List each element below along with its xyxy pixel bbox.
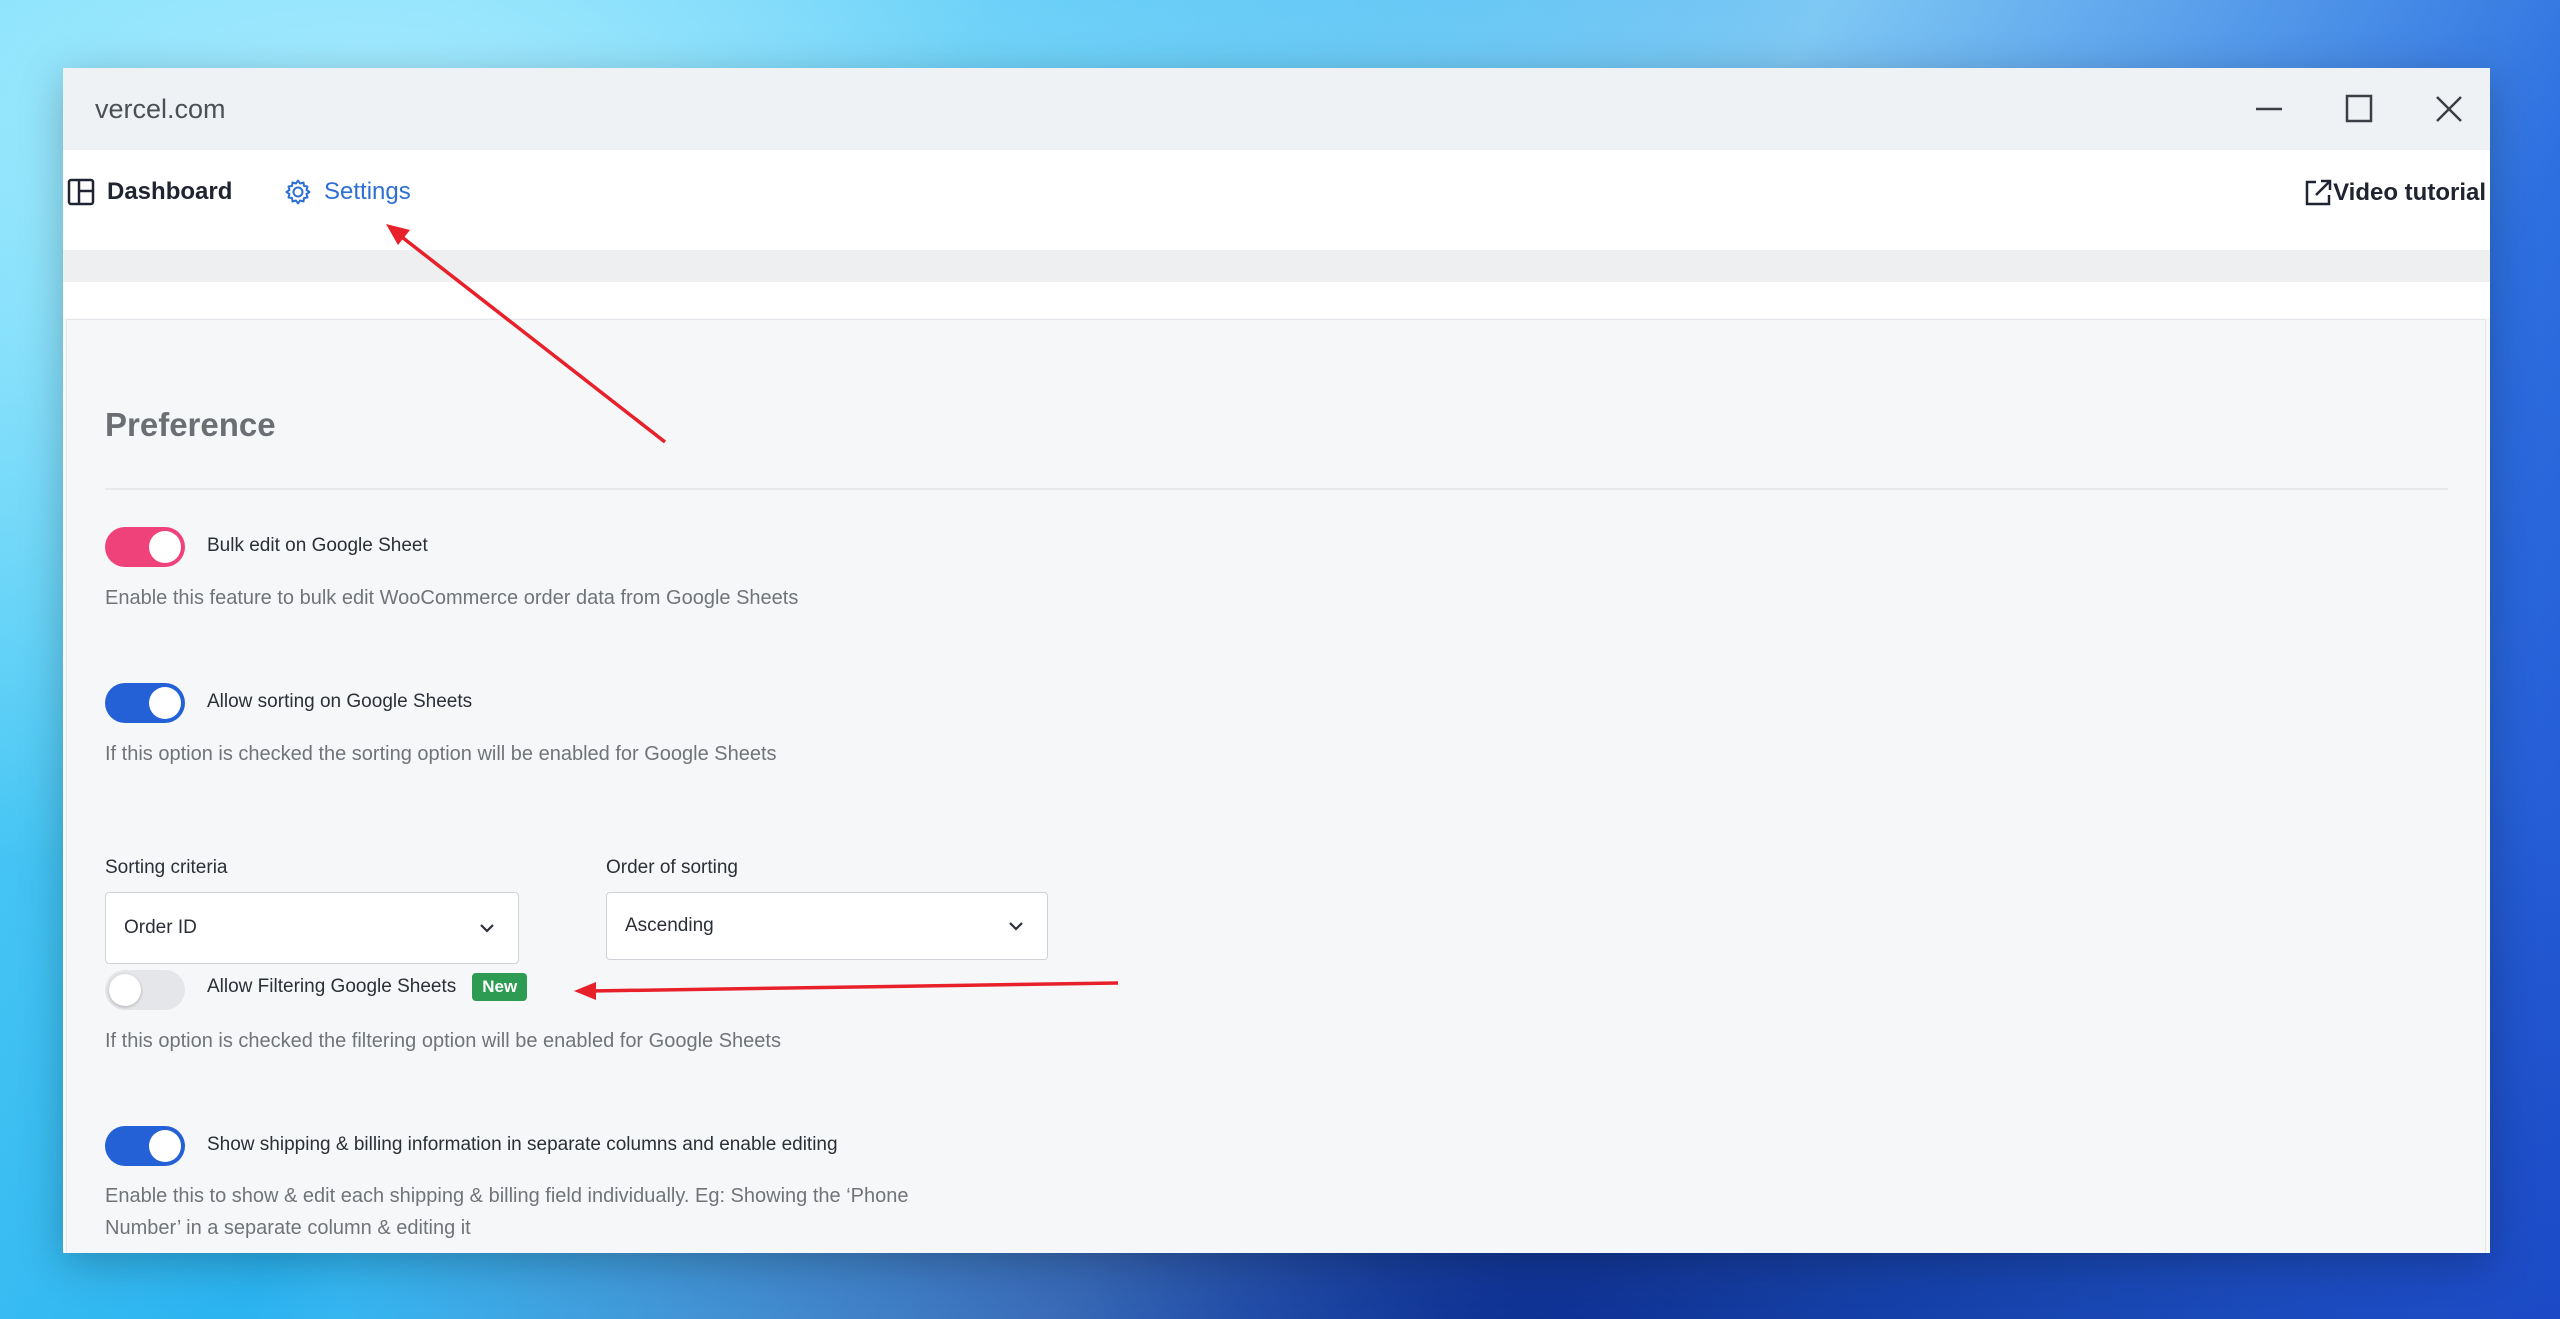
minimize-icon	[2256, 107, 2282, 111]
toggle-knob	[149, 1130, 181, 1162]
layout-panel-icon	[67, 178, 95, 206]
sorting-label: Allow sorting on Google Sheets	[207, 691, 473, 712]
sorting-order-label: Order of sorting	[606, 857, 738, 878]
nav-dashboard[interactable]: Dashboard	[67, 178, 232, 206]
close-button[interactable]	[2426, 88, 2472, 130]
title-bar: vercel.com	[63, 68, 2490, 150]
sorting-order-value: Ascending	[625, 915, 714, 936]
top-navigation: Dashboard Settings Video tutorial	[63, 150, 2490, 318]
bulk-edit-label: Bulk edit on Google Sheet	[207, 535, 428, 556]
gear-icon	[285, 179, 311, 205]
external-link-icon	[2305, 179, 2332, 206]
browser-window: vercel.com Dashboard Settings Video tuto…	[63, 68, 2490, 1253]
page-title: Preference	[105, 406, 276, 443]
chevron-down-icon	[1009, 922, 1023, 931]
bulk-edit-toggle[interactable]	[105, 527, 185, 567]
maximize-button[interactable]	[2336, 88, 2382, 130]
window-title: vercel.com	[95, 94, 226, 124]
filtering-label-row: Allow Filtering Google Sheets New	[207, 973, 528, 1001]
divider	[105, 488, 2448, 490]
filtering-label: Allow Filtering Google Sheets	[207, 976, 457, 998]
sorting-criteria-label: Sorting criteria	[105, 857, 228, 878]
filtering-toggle[interactable]	[105, 970, 185, 1010]
maximize-icon	[2345, 94, 2373, 123]
close-icon	[2436, 96, 2462, 122]
shipping-billing-toggle[interactable]	[105, 1126, 185, 1166]
sorting-description: If this option is checked the sorting op…	[105, 743, 777, 765]
shipping-billing-label: Show shipping & billing information in s…	[207, 1134, 838, 1155]
nav-shadow-strip	[63, 250, 2490, 282]
chevron-down-icon	[480, 924, 494, 933]
sorting-toggle[interactable]	[105, 683, 185, 723]
shipping-billing-description-line: Number’ in a separate column & editing i…	[105, 1217, 471, 1239]
video-tutorial-link[interactable]: Video tutorial	[2303, 178, 2486, 208]
video-tutorial-label: Video tutorial	[2333, 179, 2486, 206]
nav-dashboard-label: Dashboard	[107, 178, 233, 205]
filtering-description: If this option is checked the filtering …	[105, 1030, 781, 1052]
nav-settings[interactable]: Settings	[284, 178, 411, 206]
sorting-criteria-select[interactable]: Order ID	[105, 892, 519, 964]
toggle-knob	[149, 687, 181, 719]
nav-settings-label: Settings	[324, 178, 411, 205]
sorting-order-select[interactable]: Ascending	[606, 892, 1048, 960]
shipping-billing-description-line: Enable this to show & edit each shipping…	[105, 1185, 909, 1207]
new-badge: New	[472, 973, 528, 1001]
shipping-billing-description: Enable this to show & edit each shipping…	[105, 1180, 908, 1244]
minimize-button[interactable]	[2246, 88, 2292, 130]
settings-panel: Preference Bulk edit on Google Sheet Ena…	[66, 319, 2486, 1253]
bulk-edit-description: Enable this feature to bulk edit WooComm…	[105, 587, 799, 609]
sorting-criteria-value: Order ID	[124, 917, 197, 938]
toggle-knob	[109, 974, 141, 1006]
toggle-knob	[149, 531, 181, 563]
